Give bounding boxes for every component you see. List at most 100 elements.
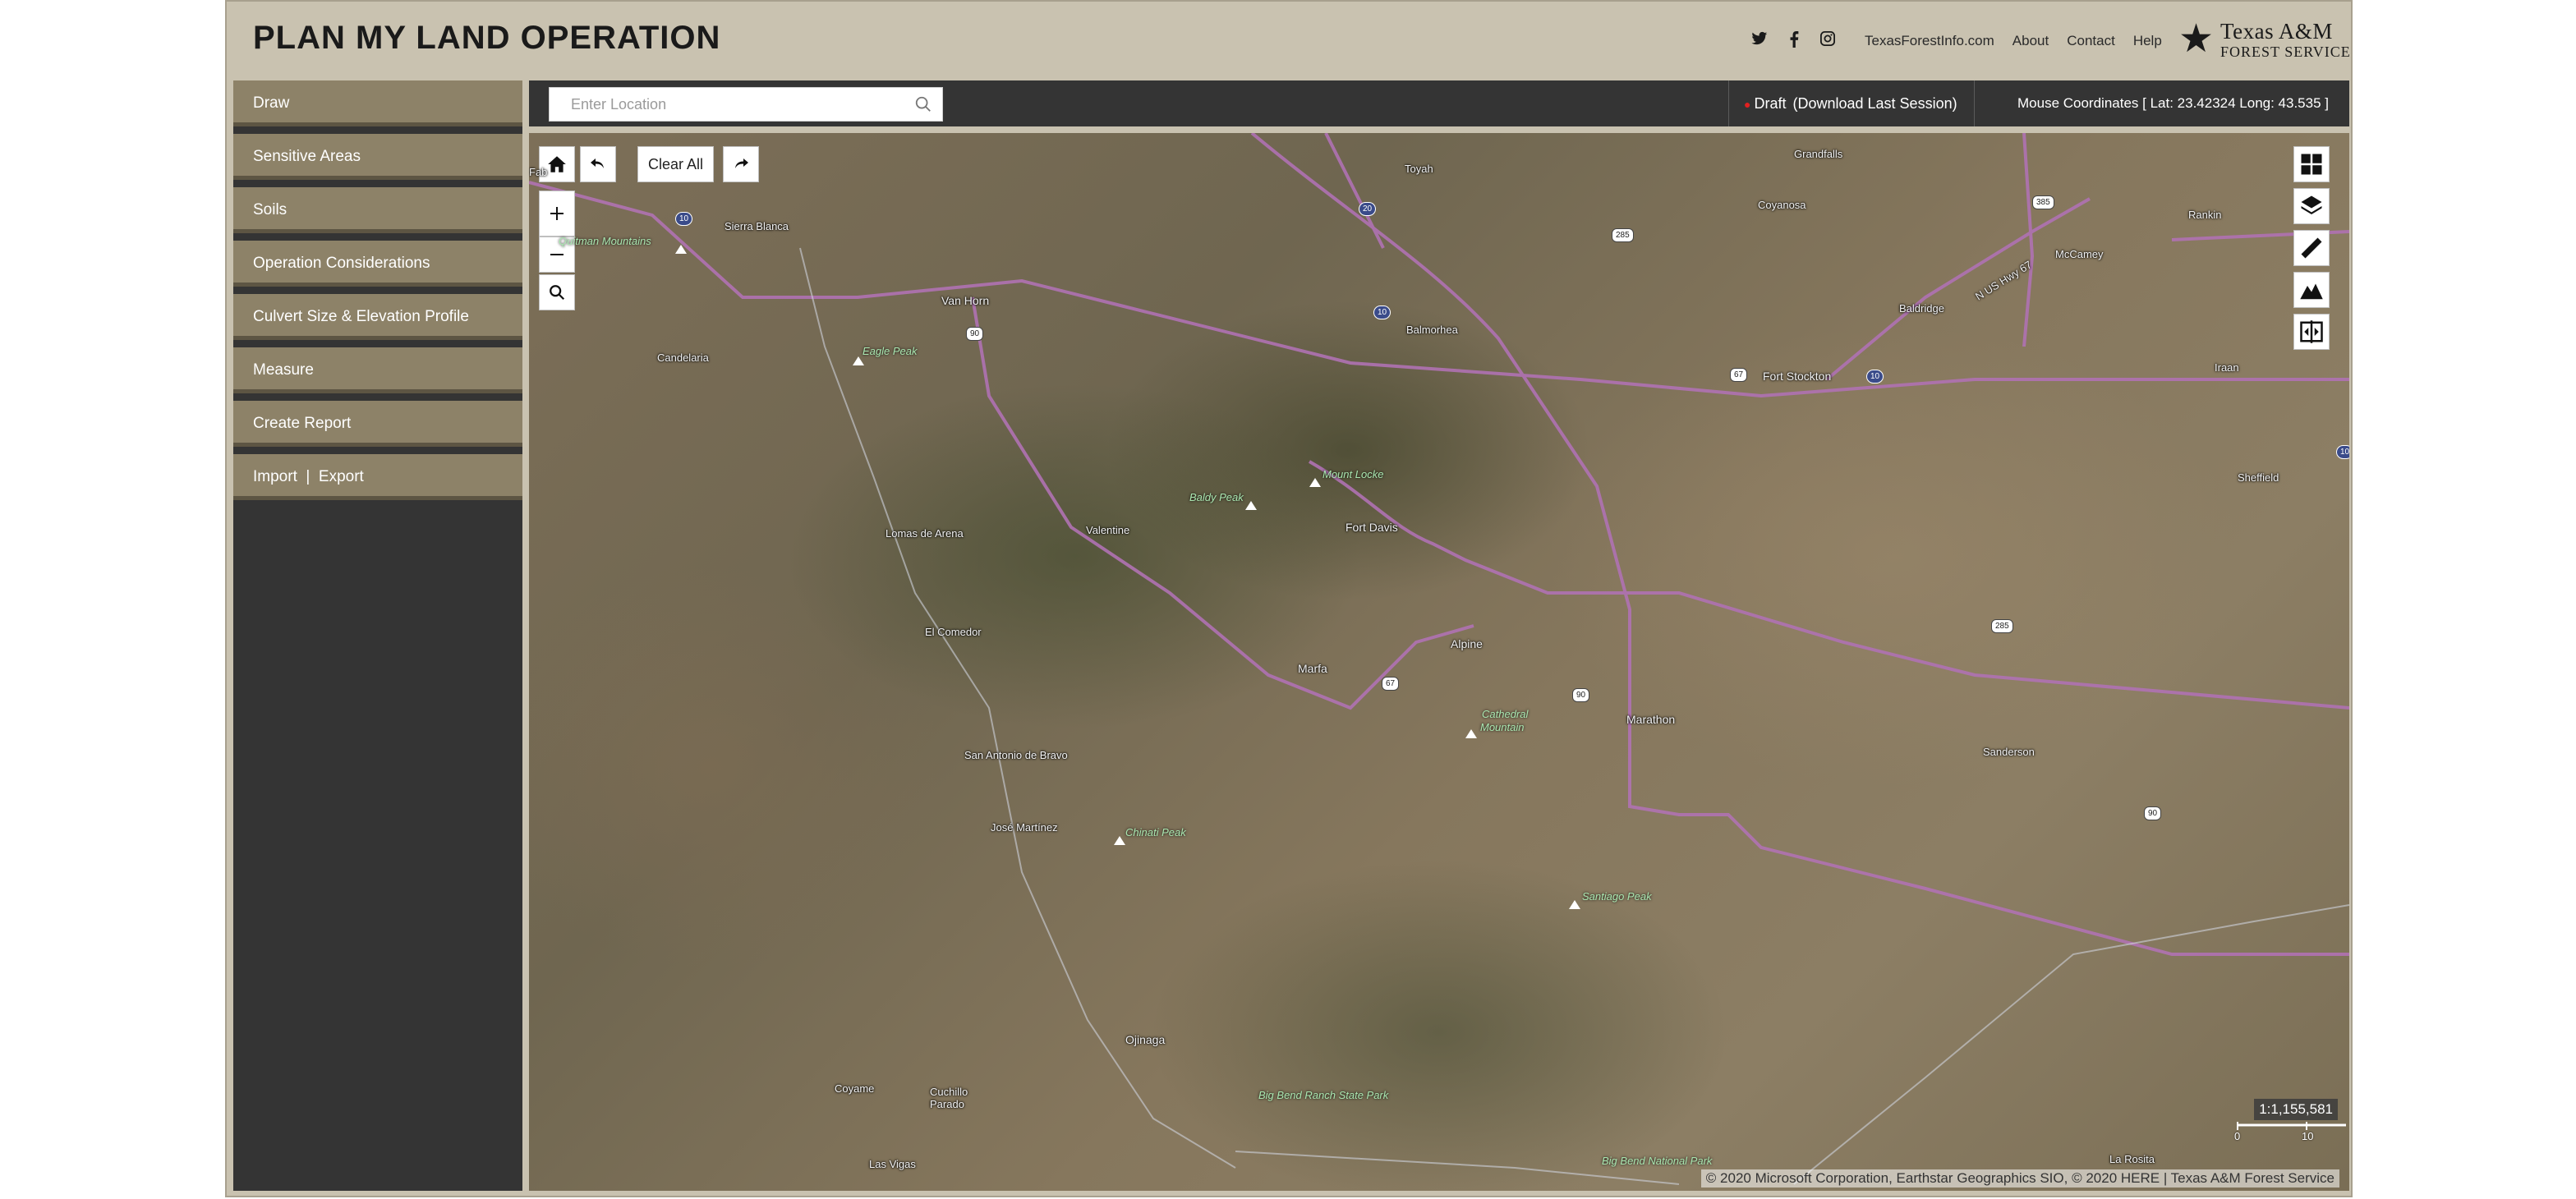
elevation-profile-button[interactable] (2293, 272, 2330, 308)
place-label: Balmorhea (1406, 324, 1458, 336)
peak-triangle-icon (1245, 501, 1257, 510)
ruler-icon (2301, 237, 2322, 259)
redo-icon (735, 158, 748, 168)
map-canvas[interactable]: Clear All Toyah Grandfalls Coyanosa Rank… (529, 133, 2349, 1191)
place-label: Baldridge (1899, 302, 1944, 315)
sidebar-item-import-export[interactable]: Import | Export (233, 454, 522, 500)
sidebar-item-draw[interactable]: Draw (233, 80, 522, 126)
highway-shield: 20 (1359, 202, 1377, 216)
scale-tick-label: 10 (2302, 1130, 2314, 1142)
place-label: Van Horn (941, 294, 990, 307)
place-label: Rankin (2188, 209, 2222, 221)
place-label: Ojinaga (1125, 1033, 1166, 1046)
layers-button[interactable] (2293, 188, 2330, 224)
peak-triangle-icon (1569, 900, 1580, 909)
place-label: Alpine (1451, 637, 1483, 650)
place-label: Iraan (2215, 361, 2239, 374)
draft-label: Draft (1754, 95, 1787, 112)
peak-label: Chinati Peak (1125, 826, 1186, 838)
park-label: Big Bend Ranch State Park (1258, 1089, 1389, 1101)
measure-button[interactable] (2293, 230, 2330, 266)
highway-shield: 10 (2336, 445, 2349, 459)
sidebar-item-soils[interactable]: Soils (233, 187, 522, 233)
place-label: La Rosita (2109, 1153, 2155, 1165)
place-label: Sierra Blanca (724, 220, 789, 232)
twitter-icon[interactable] (1751, 31, 1768, 53)
top-nav: TexasForestInfo.com About Contact Help (1865, 33, 2162, 49)
place-label: Valentine (1086, 524, 1130, 536)
clear-all-button[interactable]: Clear All (637, 146, 715, 182)
logo-line1: Texas A&M (2220, 18, 2333, 44)
nav-texasforestinfo[interactable]: TexasForestInfo.com (1865, 33, 1994, 49)
map-scale-ratio: 1:1,155,581 (2254, 1099, 2338, 1120)
scale-tick-label: 0 (2234, 1130, 2241, 1142)
swipe-icon (2300, 320, 2323, 343)
highway-shield: 90 (1572, 688, 1590, 702)
search-input[interactable] (569, 88, 901, 121)
peak-label: Eagle Peak (862, 345, 918, 357)
nav-help[interactable]: Help (2133, 33, 2162, 49)
app-frame: PLAN MY LAND OPERATION TexasForestInfo.c… (225, 0, 2353, 1197)
scale-bar: 0 10 (2234, 1122, 2349, 1146)
map-right-toolbar (2293, 146, 2330, 356)
place-label: Grandfalls (1794, 148, 1843, 160)
sidebar-item-measure[interactable]: Measure (233, 347, 522, 393)
peak-triangle-icon (1114, 836, 1125, 845)
highway-shield: 10 (1866, 370, 1884, 384)
highway-shield: 385 (2032, 195, 2054, 209)
search-icon[interactable] (914, 95, 932, 113)
swipe-compare-button[interactable] (2293, 314, 2330, 350)
park-label: Big Bend National Park (1602, 1155, 1713, 1167)
draft-dot-icon: ● (1744, 98, 1751, 111)
social-links (1751, 31, 1835, 53)
highway-shield: 67 (1382, 677, 1400, 691)
star-icon: ★ (2178, 17, 2215, 61)
sidebar-item-sensitive-areas[interactable]: Sensitive Areas (233, 134, 522, 180)
sidebar-item-label: Draw (253, 94, 290, 112)
redo-button[interactable] (723, 146, 759, 182)
sidebar-item-operation-considerations[interactable]: Operation Considerations (233, 241, 522, 287)
draft-status: ● Draft (Download Last Session) (1728, 80, 1975, 126)
magnifier-icon (550, 285, 565, 301)
peak-triangle-icon (1465, 729, 1477, 738)
place-label: Las Vigas (869, 1158, 916, 1170)
sidebar-item-label: Create Report (253, 415, 352, 432)
nav-contact[interactable]: Contact (2067, 33, 2115, 49)
place-label: Fab (529, 166, 548, 178)
peak-triangle-icon (853, 356, 864, 365)
place-label: Sheffield (2238, 471, 2279, 484)
highway-shield: 10 (675, 212, 693, 226)
place-label: Toyah (1405, 163, 1433, 175)
zoom-in-button[interactable] (539, 191, 575, 237)
home-icon (548, 156, 566, 172)
place-label: San Antonio de Bravo (964, 749, 1068, 761)
place-label: Candelaria (657, 351, 709, 364)
sidebar: Draw Sensitive Areas Soils Operation Con… (233, 80, 522, 1191)
basemap-gallery-button[interactable] (2293, 146, 2330, 182)
sidebar-item-create-report[interactable]: Create Report (233, 401, 522, 447)
place-label: El Comedor (925, 626, 982, 638)
sidebar-item-label: Import | Export (253, 468, 364, 485)
peak-triangle-icon (675, 245, 687, 254)
texas-am-logo[interactable]: ★ Texas A&M Forest Service (2178, 20, 2351, 59)
place-label: Coyame (835, 1082, 875, 1095)
place-label: Lomas de Arena (886, 527, 964, 540)
plus-icon (550, 207, 564, 220)
place-label: Sanderson (1983, 746, 2035, 758)
road-network (529, 133, 2349, 1185)
place-label: Fort Stockton (1763, 370, 1832, 383)
sidebar-item-culvert-size[interactable]: Culvert Size & Elevation Profile (233, 294, 522, 340)
place-label: Marfa (1298, 662, 1327, 675)
nav-about[interactable]: About (2012, 33, 2049, 49)
minus-icon (550, 254, 564, 255)
peak-label: Cathedral (1482, 708, 1529, 720)
facebook-icon[interactable] (1789, 31, 1799, 53)
highway-shield: 90 (2144, 806, 2162, 820)
map-search-button[interactable] (539, 274, 575, 310)
peak-label: Quitman Mountains (559, 235, 651, 247)
page-title: PLAN MY LAND OPERATION (253, 20, 721, 56)
header: PLAN MY LAND OPERATION TexasForestInfo.c… (227, 2, 2351, 79)
undo-button[interactable] (580, 146, 616, 182)
download-last-session-link[interactable]: (Download Last Session) (1792, 95, 1957, 112)
instagram-icon[interactable] (1820, 31, 1835, 53)
